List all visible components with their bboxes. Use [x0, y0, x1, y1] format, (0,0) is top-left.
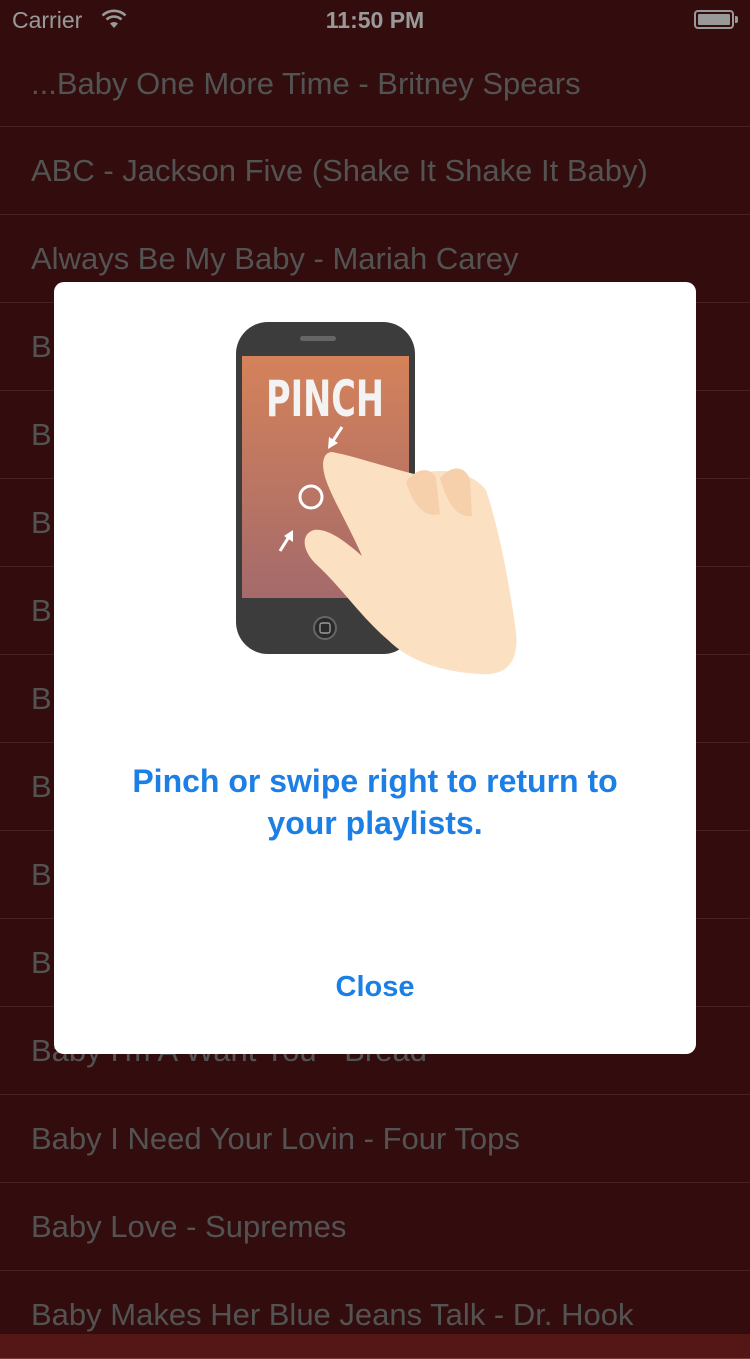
- close-button[interactable]: Close: [54, 962, 696, 1012]
- pinch-gesture-illustration: PINCH: [236, 322, 517, 675]
- tutorial-modal: PINCH Pinch or swipe right to return to …: [54, 282, 696, 1054]
- instruction-message: Pinch or swipe right to return to your p…: [132, 763, 618, 841]
- pinch-label: PINCH: [266, 370, 384, 428]
